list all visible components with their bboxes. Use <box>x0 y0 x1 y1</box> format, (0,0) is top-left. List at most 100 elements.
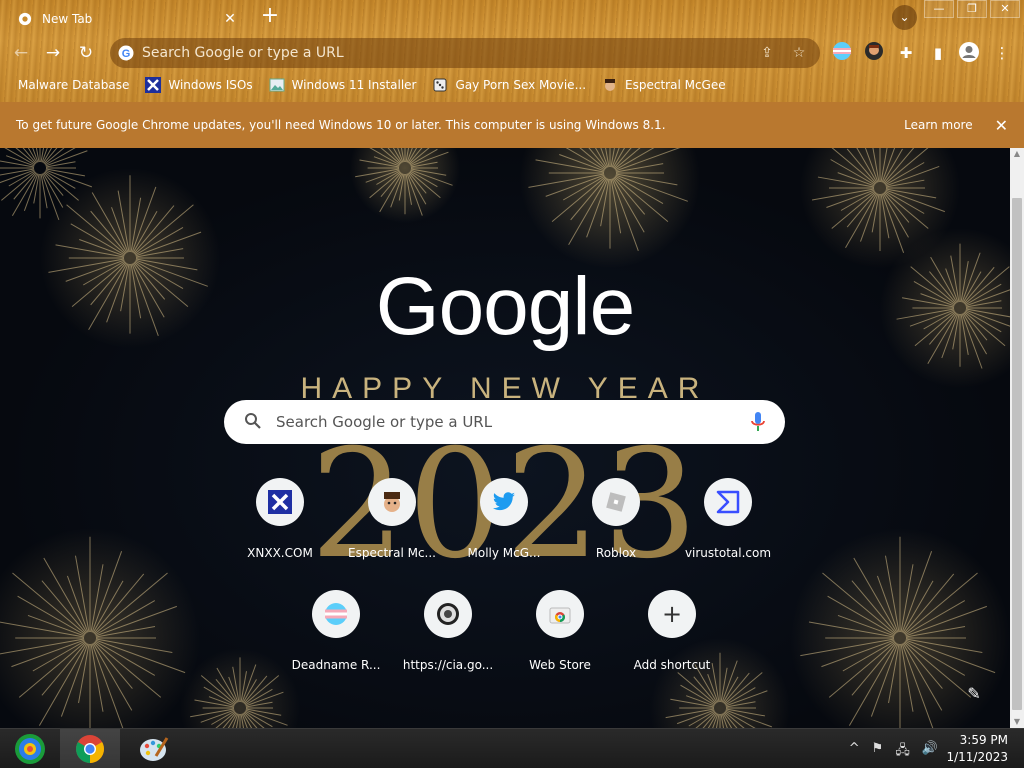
bookmark-label: Windows 11 Installer <box>291 78 417 92</box>
shortcut-add[interactable]: + Add shortcut <box>616 590 728 690</box>
infobar-close-icon[interactable]: ✕ <box>995 116 1008 135</box>
cia-seal-icon <box>437 603 459 625</box>
bookmark-label: Malware Database <box>18 78 130 92</box>
shortcut-xnxx[interactable]: XNXX.COM <box>224 478 336 578</box>
minimize-button[interactable]: — <box>924 0 954 18</box>
firework-spark <box>134 204 194 255</box>
paint-palette-icon <box>140 737 169 761</box>
google-g-icon: G <box>118 45 134 61</box>
back-button[interactable]: ← <box>8 40 34 66</box>
bookmark-gay-porn-sex-movie[interactable]: Gay Porn Sex Movie... <box>432 77 586 93</box>
customize-pencil-icon[interactable]: ✎ <box>962 682 986 706</box>
ntp-search-input[interactable] <box>276 413 749 431</box>
network-icon[interactable]: 🖧 <box>895 741 910 763</box>
windows-taskbar: ^ ⚑ 🖧 🔊 3:59 PM 1/11/2023 <box>0 728 1024 768</box>
taskbar-clock[interactable]: 3:59 PM 1/11/2023 <box>946 732 1008 766</box>
firework-spark <box>78 643 90 704</box>
profile-icon[interactable] <box>957 41 981 65</box>
firework-spark <box>715 713 720 728</box>
bookmark-star-icon[interactable]: ☆ <box>788 42 810 64</box>
shortcut-label: Add shortcut <box>633 658 711 672</box>
start-button[interactable] <box>0 729 60 768</box>
avatar-extension-icon[interactable] <box>862 41 886 65</box>
firework-spark <box>95 639 186 674</box>
firework-spark <box>888 643 900 704</box>
firework-spark <box>848 642 898 726</box>
scroll-thumb[interactable] <box>1012 198 1022 710</box>
virustotal-icon <box>716 490 740 514</box>
scroll-down-arrow-icon[interactable]: ▼ <box>1010 716 1024 728</box>
menu-kebab-icon[interactable]: ⋮ <box>990 41 1014 65</box>
maximize-button[interactable]: ❐ <box>957 0 987 18</box>
bookmark-windows-11-installer[interactable]: Windows 11 Installer <box>269 77 417 93</box>
bookmark-label: Windows ISOs <box>168 78 253 92</box>
extensions-puzzle-icon[interactable]: ✚ <box>894 41 918 65</box>
bookmark-malware-database[interactable]: Malware Database <box>18 78 129 92</box>
bookmarks-bar: Malware Database Windows ISOs Windows 11… <box>0 73 1024 97</box>
tab-new-tab[interactable]: New Tab ✕ <box>8 4 248 34</box>
firework-spark <box>811 188 875 201</box>
firework-spark <box>880 148 888 183</box>
firework-spark <box>851 642 897 696</box>
firework-spark <box>0 160 35 168</box>
firework-spark <box>905 638 983 654</box>
learn-more-link[interactable]: Learn more <box>904 118 972 132</box>
close-window-button[interactable]: ✕ <box>990 0 1020 18</box>
chrome-favicon-icon <box>18 12 32 26</box>
dice-icon <box>433 78 447 92</box>
omnibox-input[interactable] <box>142 45 746 61</box>
firework-spark <box>405 148 410 163</box>
volume-icon[interactable]: 🔊 <box>922 741 938 763</box>
firework-spark <box>817 176 875 188</box>
taskbar-chrome[interactable] <box>60 729 120 768</box>
taskbar-paint[interactable] <box>124 729 184 768</box>
action-center-flag-icon[interactable]: ⚑ <box>872 741 884 763</box>
google-logo: Google <box>375 261 635 352</box>
shortcut-espectral[interactable]: Espectral Mc... <box>336 478 448 578</box>
trans-flag-extension-icon[interactable] <box>830 41 854 65</box>
system-tray: ^ ⚑ 🖧 🔊 <box>837 741 938 763</box>
firework-spark <box>70 223 126 256</box>
firework-spark <box>885 188 937 199</box>
new-tab-button[interactable]: + <box>258 5 282 29</box>
tab-search-button[interactable]: ⌄ <box>892 5 917 30</box>
forward-button[interactable]: → <box>40 40 66 66</box>
toolbar: ← → ↻ G ⇪ ☆ ✚ ▮ ⋮ <box>0 36 1024 70</box>
xnxx-icon <box>268 490 292 514</box>
firework-spark <box>41 642 87 696</box>
share-icon[interactable]: ⇪ <box>756 42 778 64</box>
new-tab-page: HAPPY NEW YEAR 2023 Google XNXX.COM Espe… <box>0 148 1010 728</box>
shortcut-molly[interactable]: Molly McG... <box>448 478 560 578</box>
bookmark-label: Espectral McGee <box>625 78 726 92</box>
page-scrollbar[interactable]: ▲ ▼ <box>1010 148 1024 728</box>
firework-spark <box>232 713 239 728</box>
scroll-up-arrow-icon[interactable]: ▲ <box>1010 148 1024 160</box>
start-orb-icon <box>15 734 45 764</box>
firework-spark <box>0 621 85 638</box>
shortcut-label: Web Store <box>529 658 591 672</box>
side-panel-icon[interactable]: ▮ <box>926 41 950 65</box>
tab-close-icon[interactable]: ✕ <box>222 11 238 27</box>
bookmark-espectral-mcgee[interactable]: Espectral McGee <box>602 77 726 93</box>
plus-icon: + <box>661 600 683 628</box>
shortcut-deadname[interactable]: Deadname R... <box>280 590 392 690</box>
shortcut-cia[interactable]: https://cia.go... <box>392 590 504 690</box>
shortcut-label: Molly McG... <box>467 546 541 560</box>
reload-button[interactable]: ↻ <box>73 40 99 66</box>
avatar-icon <box>384 492 400 512</box>
omnibox[interactable]: G ⇪ ☆ <box>110 38 820 68</box>
shortcut-roblox[interactable]: Roblox <box>560 478 672 578</box>
firework-spark <box>904 641 972 698</box>
firework-spark <box>95 638 173 654</box>
shortcut-web-store[interactable]: Web Store <box>504 590 616 690</box>
microphone-icon[interactable] <box>749 411 767 433</box>
tray-overflow-arrow-icon[interactable]: ^ <box>849 741 860 763</box>
bookmark-windows-isos[interactable]: Windows ISOs <box>145 77 253 93</box>
firework-spark <box>579 148 606 170</box>
ntp-search-box[interactable] <box>224 400 785 444</box>
clock-time: 3:59 PM <box>959 733 1008 747</box>
shortcut-virustotal[interactable]: virustotal.com <box>672 478 784 578</box>
firework-spark <box>240 713 245 728</box>
firework-spark <box>66 204 126 255</box>
image-icon <box>269 78 285 92</box>
